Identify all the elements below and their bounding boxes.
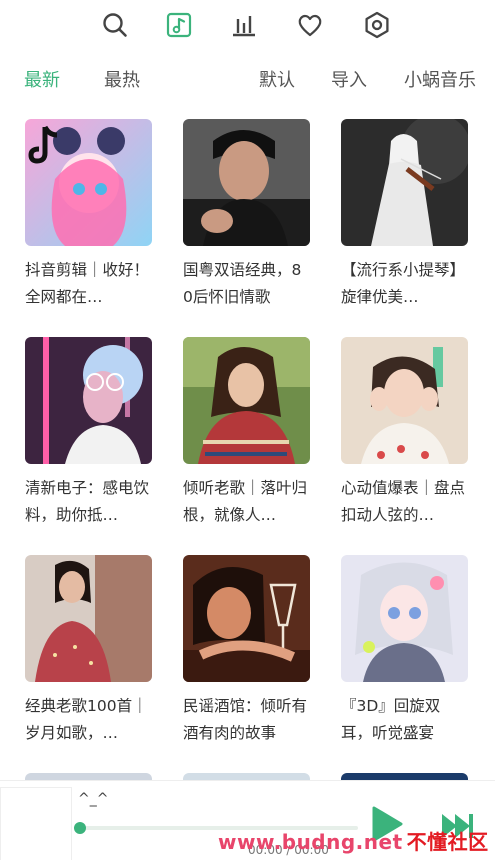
playlist-card[interactable]: 民谣酒馆：倾听有酒有肉的故事 <box>183 555 310 747</box>
tab-latest[interactable]: 最新 <box>24 66 60 92</box>
chart-bars-icon[interactable] <box>227 8 261 42</box>
filter-tabs: 最新 最热 默认 导入 小蜗音乐 <box>0 62 495 96</box>
playlist-card[interactable]: 【流行系小提琴】旋律优美… <box>341 119 468 311</box>
watermark-name: 不懂社区 <box>406 830 489 854</box>
album-thumbnail[interactable] <box>0 787 72 860</box>
tab-hot[interactable]: 最热 <box>104 66 140 92</box>
playlist-card[interactable]: 『3D』回旋双耳，听觉盛宴 <box>341 555 468 747</box>
settings-icon[interactable] <box>360 8 394 42</box>
playlist-title: 清新电子：感电饮料，助你抵… <box>25 479 150 524</box>
playlist-card[interactable]: 清新电子：感电饮料，助你抵… <box>25 337 152 529</box>
playlist-cover[interactable] <box>183 119 310 246</box>
playlist-title: 经典老歌100首｜岁月如歌，… <box>25 697 148 742</box>
playlist-card[interactable]: 倾听老歌｜落叶归根，就像人… <box>183 337 310 529</box>
playlist-title: 『3D』回旋双耳，听觉盛宴 <box>341 697 441 742</box>
music-note-icon[interactable] <box>162 8 196 42</box>
playlist-cover[interactable] <box>25 337 152 464</box>
playlist-cover[interactable] <box>341 337 468 464</box>
playlist-title: 【流行系小提琴】旋律优美… <box>341 261 466 306</box>
playlist-card[interactable]: 经典老歌100首｜岁月如歌，… <box>25 555 152 747</box>
playlist-title: 心动值爆表｜盘点扣动人弦的… <box>341 479 466 524</box>
playlist-cover[interactable] <box>25 555 152 682</box>
playlist-card[interactable]: 心动值爆表｜盘点扣动人弦的… <box>341 337 468 529</box>
playlist-card[interactable]: 抖音剪辑｜收好！全网都在… <box>25 119 152 311</box>
song-title: ^_^ <box>78 791 109 807</box>
playlist-card[interactable]: 国粤双语经典，80后怀旧情歌 <box>183 119 310 311</box>
playlist-title: 抖音剪辑｜收好！全网都在… <box>25 261 150 306</box>
playlist-cover[interactable] <box>183 555 310 682</box>
watermark-site: www.budng.net <box>218 830 403 854</box>
playlist-cover[interactable] <box>183 337 310 464</box>
watermark: www.budng.net 不懂社区 <box>218 826 489 855</box>
tab-source[interactable]: 小蜗音乐 <box>404 66 476 92</box>
playlist-title: 民谣酒馆：倾听有酒有肉的故事 <box>183 697 308 742</box>
tab-import[interactable]: 导入 <box>331 66 367 92</box>
playlist-cover[interactable] <box>25 119 152 246</box>
playlist-title: 国粤双语经典，80后怀旧情歌 <box>183 261 302 306</box>
top-nav <box>0 0 495 52</box>
progress-knob[interactable] <box>74 822 86 834</box>
playlist-cover[interactable] <box>341 555 468 682</box>
tab-default[interactable]: 默认 <box>259 66 295 92</box>
heart-icon[interactable] <box>293 8 327 42</box>
search-icon[interactable] <box>98 8 132 42</box>
playlist-title: 倾听老歌｜落叶归根，就像人… <box>183 479 308 524</box>
playlist-cover[interactable] <box>341 119 468 246</box>
